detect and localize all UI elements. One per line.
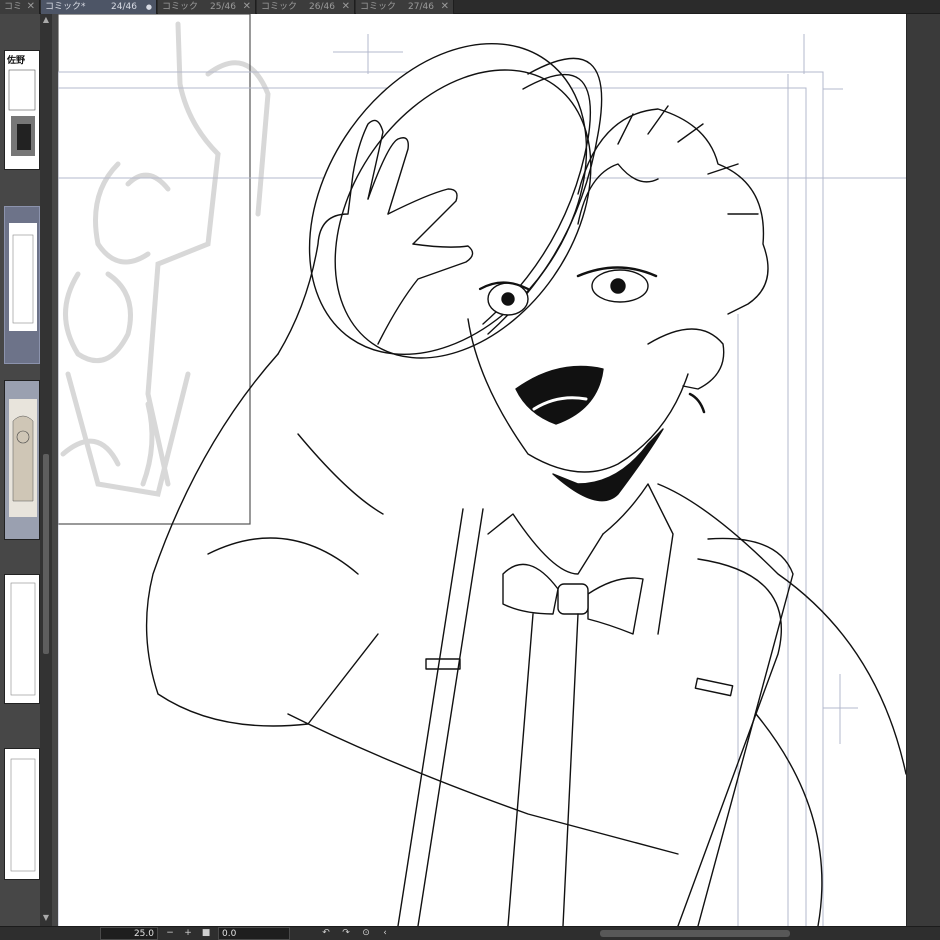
tab-comic-26[interactable]: コミック 26/46 ✕	[257, 0, 355, 14]
thumbnail-art	[8, 69, 36, 156]
scroll-down-icon[interactable]: ▼	[40, 912, 52, 924]
canvas-horizontal-scroll-thumb[interactable]	[600, 930, 790, 937]
tab-comic-27[interactable]: コミック 27/46 ✕	[356, 0, 454, 14]
strip-scroll-thumb[interactable]	[43, 454, 49, 654]
page-thumbnail[interactable]: 佐野	[4, 50, 40, 170]
thumbnail-art	[10, 758, 36, 872]
ink-lineart	[145, 42, 906, 926]
close-icon[interactable]: ✕	[243, 0, 251, 14]
tab-label: コミック	[261, 2, 298, 12]
page-thumbnail[interactable]	[4, 574, 40, 704]
thumbnail-art	[10, 582, 36, 696]
zoom-level-field[interactable]: 25.0	[100, 927, 158, 940]
tab-page-count: 25/46	[210, 2, 236, 12]
document-tab-bar: コミ ✕ コミック* 24/46 ● コミック 25/46 ✕ コミック 26/…	[0, 0, 940, 14]
scroll-up-icon[interactable]: ▲	[40, 14, 52, 26]
drawing-canvas[interactable]	[58, 14, 906, 926]
tab-label: コミ	[4, 2, 23, 12]
rotate-left-icon[interactable]: ↶	[320, 927, 332, 940]
tab-comic-24[interactable]: コミック* 24/46 ●	[41, 0, 157, 14]
tab-page-count: 26/46	[309, 2, 335, 12]
reset-rotation-icon[interactable]: ⊙	[360, 927, 372, 940]
canvas-artwork	[58, 14, 906, 926]
page-thumbnail[interactable]	[4, 380, 40, 540]
navigator-status-bar: 25.0 − + ■ 0.0 ↶ ↷ ⊙ ‹	[0, 926, 940, 940]
thumbnail-title: 佐野	[7, 56, 26, 66]
zoom-in-button[interactable]: +	[182, 927, 194, 940]
tab-label: コミック	[162, 2, 199, 12]
rotate-right-icon[interactable]: ↷	[340, 927, 352, 940]
tab-page-count: 24/46	[111, 2, 137, 12]
close-icon[interactable]: ✕	[342, 0, 350, 14]
clip-studio-window: コミ ✕ コミック* 24/46 ● コミック 25/46 ✕ コミック 26/…	[0, 0, 940, 940]
tab-comic-25[interactable]: コミック 25/46 ✕	[158, 0, 256, 14]
close-icon[interactable]: ✕	[27, 0, 35, 14]
sketch-layer	[60, 21, 271, 497]
page-thumbnail[interactable]	[4, 748, 40, 880]
thumbnail-art	[9, 223, 37, 331]
close-icon[interactable]: ✕	[441, 0, 449, 14]
canvas-vertical-scrollbar[interactable]	[906, 14, 940, 926]
strip-scrollbar[interactable]: ▲ ▼	[40, 14, 52, 926]
tab-label: コミック*	[45, 2, 86, 12]
thumbnail-art	[9, 399, 37, 517]
zoom-out-button[interactable]: −	[164, 927, 176, 940]
collapse-icon[interactable]: ‹	[380, 927, 390, 940]
page-thumbnail-selected[interactable]	[4, 206, 40, 364]
tab-comic-partial[interactable]: コミ ✕	[0, 0, 40, 14]
rotation-angle-field[interactable]: 0.0	[218, 927, 290, 940]
page-thumbnail-strip: 佐野 ▲ ▼	[0, 14, 58, 926]
tab-label: コミック	[360, 2, 397, 12]
fit-view-icon[interactable]: ■	[200, 927, 212, 940]
tab-page-count: 27/46	[408, 2, 434, 12]
modified-dot-icon: ●	[145, 3, 152, 11]
